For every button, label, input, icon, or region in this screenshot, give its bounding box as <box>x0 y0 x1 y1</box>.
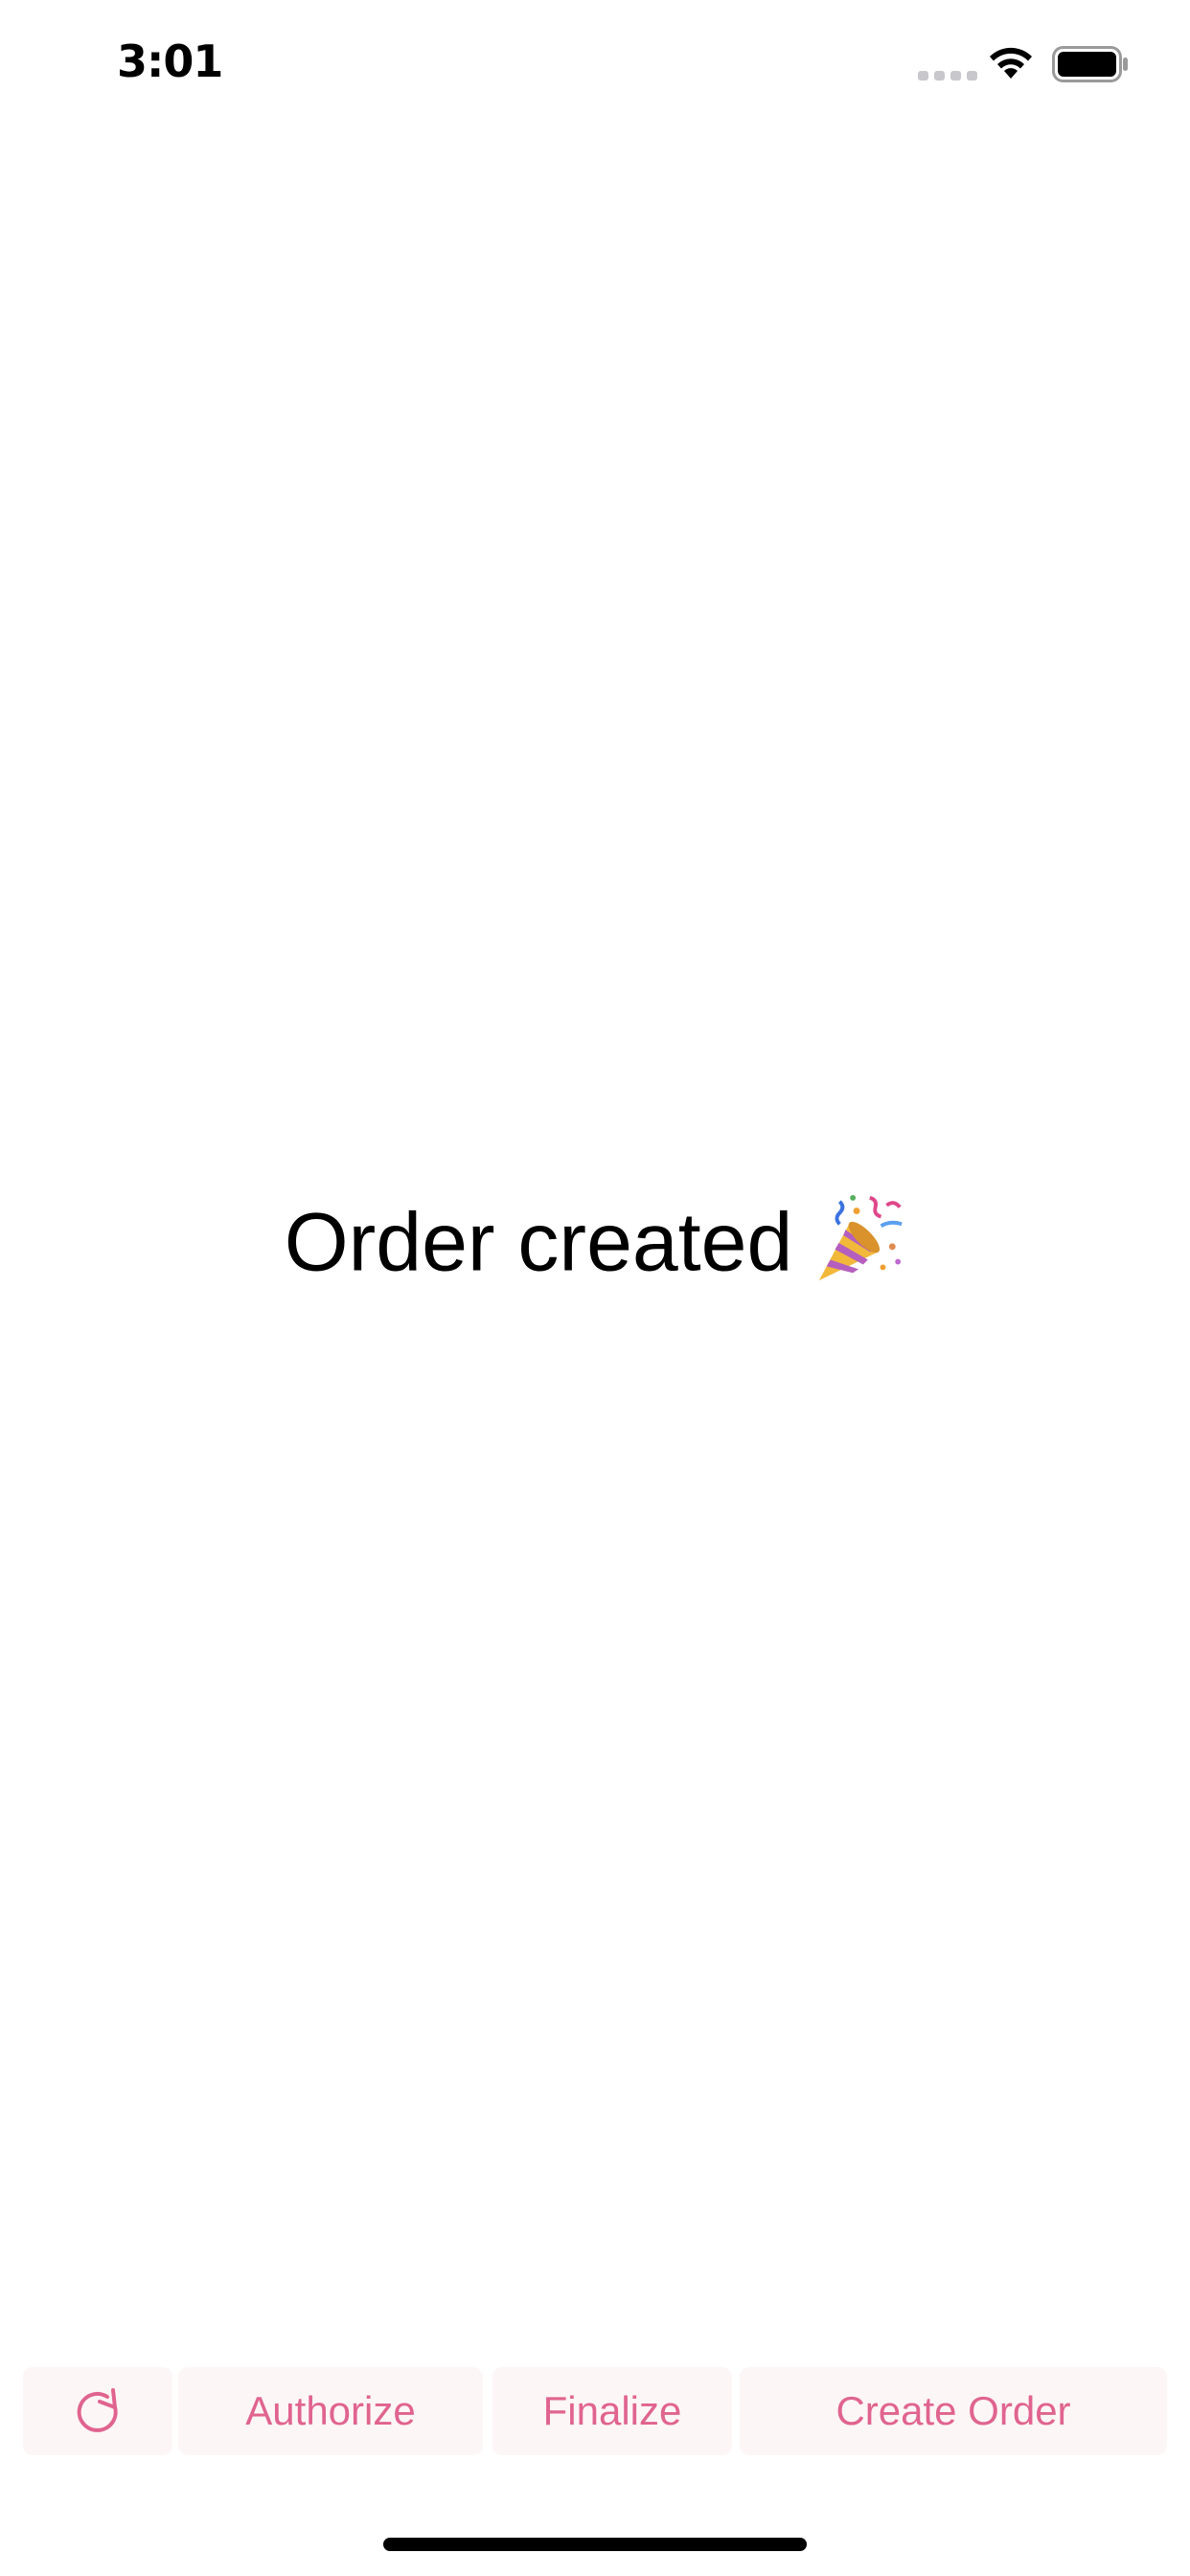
finalize-button[interactable]: Finalize <box>492 2367 732 2455</box>
wifi-icon <box>990 47 1032 79</box>
order-created-text: Order created <box>284 1196 793 1289</box>
signal-icon <box>918 71 977 80</box>
refresh-button[interactable] <box>23 2367 172 2455</box>
refresh-icon <box>77 2388 118 2432</box>
party-popper-icon <box>819 1195 903 1281</box>
authorize-button[interactable]: Authorize <box>178 2367 483 2455</box>
create-order-button[interactable]: Create Order <box>740 2367 1167 2455</box>
status-time: 3:01 <box>117 35 223 87</box>
home-indicator[interactable] <box>383 2538 807 2551</box>
status-bar: 3:01 <box>0 0 1190 126</box>
order-status-message: Order created <box>0 1188 1190 1290</box>
battery-icon <box>1052 46 1128 82</box>
bottom-toolbar: Authorize Finalize Create Order <box>0 2367 1190 2455</box>
